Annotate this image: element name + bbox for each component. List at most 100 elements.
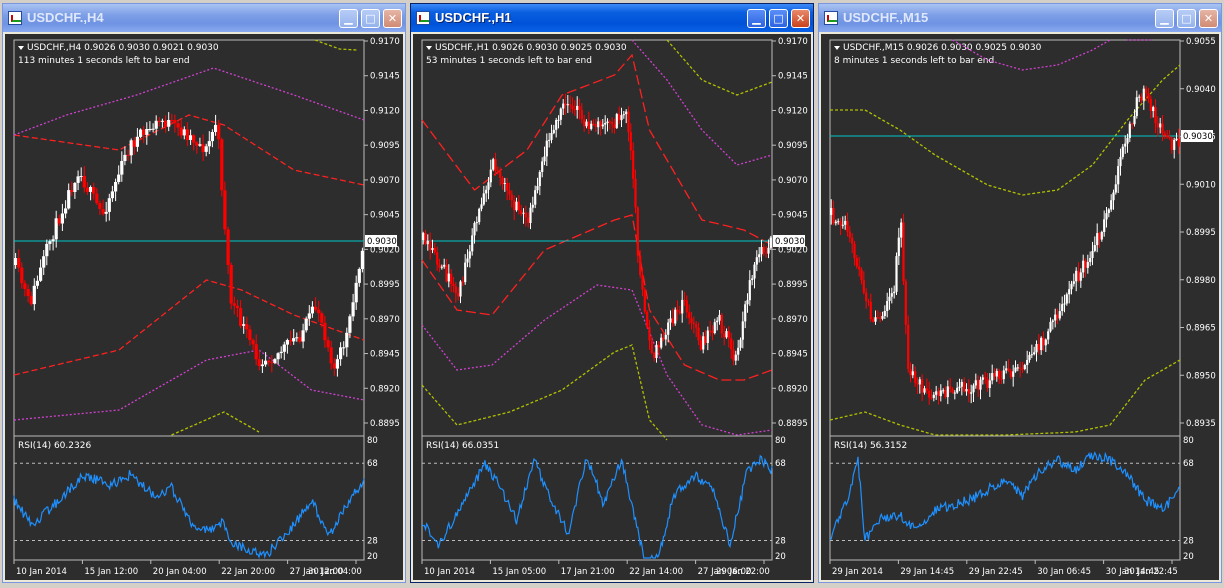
- candle-body: [587, 121, 590, 129]
- candle-body: [918, 379, 921, 385]
- minimize-icon[interactable]: ▁: [1155, 9, 1174, 28]
- close-icon[interactable]: ✕: [383, 9, 402, 28]
- maximize-icon[interactable]: □: [1177, 9, 1196, 28]
- window-titlebar[interactable]: USDCHF.,M15 ▁ □ ✕: [819, 4, 1221, 32]
- chart-window-m15[interactable]: USDCHF.,M15 ▁ □ ✕ USDCHF.,M15 0.9026 0.9…: [818, 3, 1222, 583]
- candle-body: [107, 198, 111, 212]
- candle-body: [706, 330, 709, 343]
- window-titlebar[interactable]: USDCHF.,H4 ▁ □ ✕: [3, 4, 405, 32]
- candle-body: [176, 123, 180, 128]
- candle-body: [48, 241, 52, 244]
- candle-body: [986, 378, 989, 388]
- dropdown-triangle-icon[interactable]: [834, 46, 840, 50]
- candle-body: [357, 269, 361, 283]
- candle-body: [1175, 138, 1178, 141]
- symbol-info-line: USDCHF.,H4 0.9026 0.9030 0.9021 0.9030: [27, 43, 219, 53]
- candle-body: [648, 327, 651, 341]
- candle-body: [1028, 355, 1031, 360]
- candle-body: [342, 347, 346, 349]
- candle-body: [1086, 262, 1089, 268]
- rsi-label: RSI(14) 56.3152: [834, 441, 907, 451]
- candle-body: [1103, 219, 1106, 232]
- candle-body: [242, 324, 246, 326]
- candle-body: [604, 123, 607, 125]
- price-axis-label: 0.8895: [778, 419, 808, 429]
- candle-body: [1000, 378, 1003, 380]
- candle-body: [669, 318, 672, 323]
- candle-body: [695, 324, 698, 328]
- time-axis-label: 10 Jan 2014: [424, 567, 475, 577]
- candle-body: [433, 248, 436, 253]
- current-price-label: 0.9030: [775, 237, 805, 247]
- chart-window-h1[interactable]: USDCHF.,H1 ▁ □ ✕ USDCHF.,H1 0.9026 0.903…: [410, 3, 814, 583]
- dropdown-triangle-icon[interactable]: [426, 46, 432, 50]
- candle-body: [951, 389, 954, 393]
- candle-body: [1033, 352, 1036, 355]
- rsi-pane-border: [829, 435, 1181, 561]
- candle-body: [443, 264, 446, 267]
- candle-body: [260, 364, 264, 367]
- chart-window-h4[interactable]: USDCHF.,H4 ▁ □ ✕ USDCHF.,H4 0.9026 0.903…: [2, 3, 406, 583]
- rsi-line: [13, 470, 365, 560]
- candle-body: [1156, 123, 1159, 128]
- candle-body: [23, 283, 27, 289]
- maximize-icon[interactable]: □: [361, 9, 380, 28]
- envelope-line: [171, 411, 260, 436]
- candle-body: [323, 322, 327, 341]
- candle-body: [45, 243, 49, 257]
- candle-body: [769, 237, 772, 248]
- chart-area[interactable]: USDCHF.,H1 0.9026 0.9030 0.9025 0.9030 53…: [413, 34, 811, 580]
- candle-body: [151, 128, 155, 130]
- time-axis-label: 22 Jan 20:00: [221, 567, 275, 577]
- candle-body: [304, 318, 308, 331]
- maximize-icon[interactable]: □: [769, 9, 788, 28]
- chart-svg[interactable]: USDCHF.,H4 0.9026 0.9030 0.9021 0.9030 11…: [5, 34, 403, 580]
- chart-svg[interactable]: USDCHF.,M15 0.9026 0.9030 0.9025 0.9030 8…: [821, 34, 1219, 580]
- candle-body: [248, 329, 252, 341]
- candle-body: [601, 124, 604, 127]
- candle-body: [956, 387, 959, 393]
- candle-body: [1082, 260, 1085, 273]
- candle-body: [580, 109, 583, 120]
- candle-body: [657, 344, 660, 348]
- candle-body: [576, 105, 579, 110]
- time-axis-label: 30 Jan 06:45: [1037, 567, 1091, 577]
- rsi-axis-label: 20: [1183, 552, 1194, 562]
- candle-body: [552, 129, 555, 134]
- chart-app-icon: [8, 11, 22, 25]
- candle-body: [1126, 137, 1129, 144]
- close-icon[interactable]: ✕: [1199, 9, 1218, 28]
- candle-body: [1014, 367, 1017, 372]
- candle-body: [667, 322, 670, 335]
- rsi-axis-label: 80: [1183, 436, 1194, 446]
- chart-area[interactable]: USDCHF.,M15 0.9026 0.9030 0.9025 0.9030 8…: [821, 34, 1219, 580]
- candle-body: [135, 136, 139, 147]
- candle-body: [741, 321, 744, 340]
- candle-body: [751, 278, 754, 280]
- candle-body: [522, 212, 525, 214]
- candle-body: [916, 382, 919, 385]
- candle-body: [70, 190, 74, 192]
- close-icon[interactable]: ✕: [791, 9, 810, 28]
- dropdown-triangle-icon[interactable]: [18, 46, 24, 50]
- candle-body: [145, 129, 149, 135]
- candle-body: [837, 221, 840, 223]
- minimize-icon[interactable]: ▁: [339, 9, 358, 28]
- price-pane-border: [829, 39, 1181, 437]
- candle-body: [1093, 245, 1096, 251]
- candle-body: [1037, 344, 1040, 351]
- chart-svg[interactable]: USDCHF.,H1 0.9026 0.9030 0.9025 0.9030 53…: [413, 34, 811, 580]
- time-axis-label: 29 Jan 2014: [832, 567, 883, 577]
- candle-body: [671, 318, 674, 324]
- rsi-axis-label: 80: [367, 436, 378, 446]
- chart-area[interactable]: USDCHF.,H4 0.9026 0.9030 0.9021 0.9030 11…: [5, 34, 403, 580]
- rsi-axis-label: 68: [367, 459, 378, 469]
- candle-body: [874, 317, 877, 322]
- candle-body: [1072, 281, 1075, 284]
- window-titlebar[interactable]: USDCHF.,H1 ▁ □ ✕: [411, 4, 813, 32]
- candle-body: [1133, 116, 1136, 125]
- candle-body: [1138, 96, 1141, 98]
- candle-body: [611, 121, 614, 125]
- minimize-icon[interactable]: ▁: [747, 9, 766, 28]
- candle-body: [545, 140, 548, 157]
